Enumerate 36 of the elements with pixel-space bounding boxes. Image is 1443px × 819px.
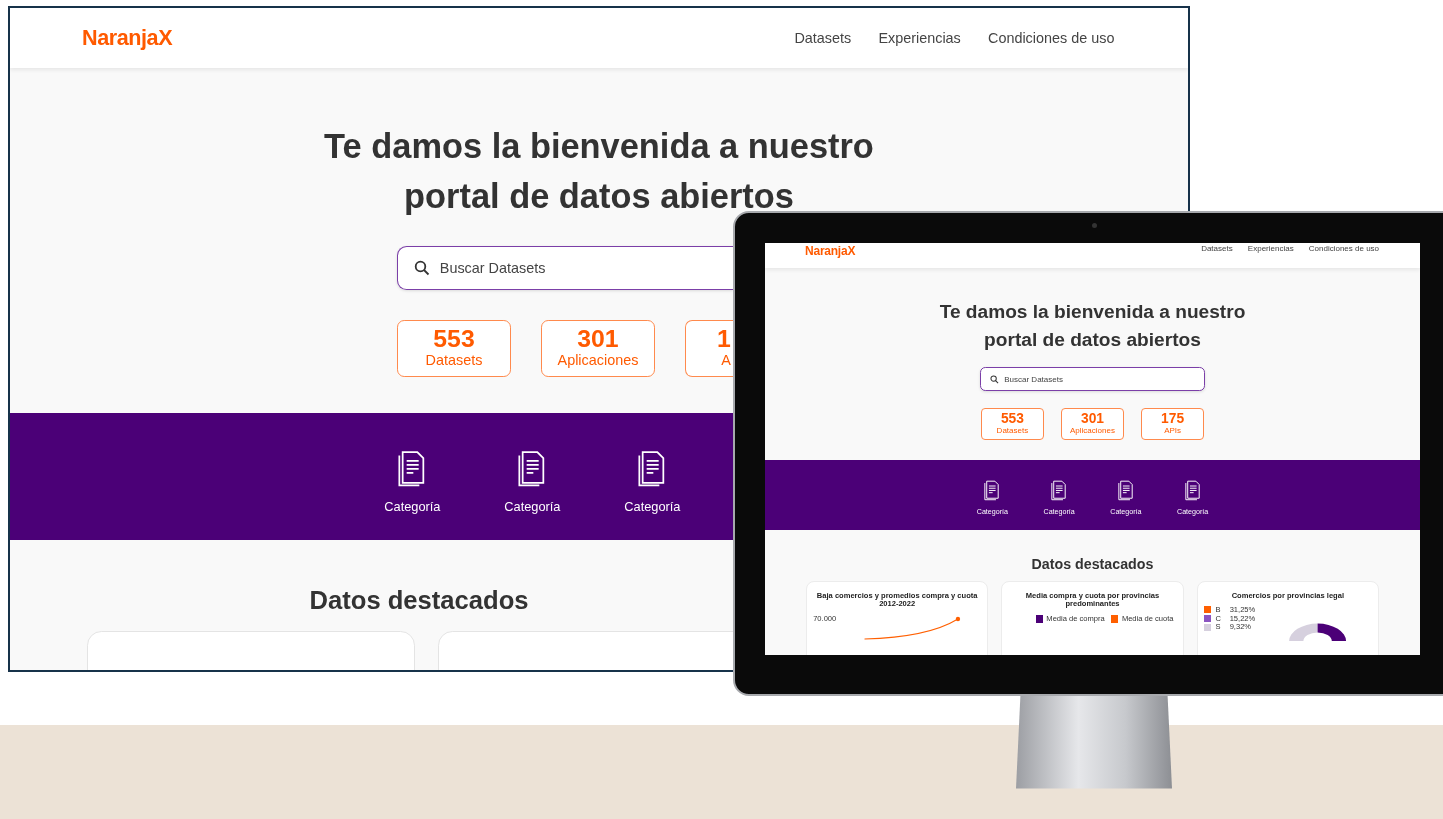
nav-link[interactable]: Condiciones de uso bbox=[988, 30, 1115, 46]
search-icon bbox=[414, 260, 431, 277]
document-icon bbox=[1050, 480, 1068, 502]
nav-link[interactable]: Condiciones de uso bbox=[1308, 243, 1380, 253]
stat-label: Datasets bbox=[996, 425, 1029, 436]
camera-icon bbox=[1092, 223, 1097, 228]
nav-link[interactable]: Datasets bbox=[794, 30, 852, 46]
stat-value: 553 bbox=[433, 327, 475, 352]
category-link[interactable]: Categoría bbox=[504, 498, 561, 514]
stat-value: 301 bbox=[1081, 412, 1104, 426]
stat-value: 175 bbox=[1161, 412, 1185, 426]
stat-label: Aplicaciones bbox=[1070, 425, 1115, 436]
stat-value: 553 bbox=[1000, 412, 1024, 426]
category-link[interactable]: Categoría bbox=[624, 498, 681, 514]
nav-link[interactable]: Experiencias bbox=[878, 30, 961, 46]
stat-label: Datasets bbox=[425, 351, 483, 370]
stat-value: 301 bbox=[577, 327, 619, 352]
search-field[interactable]: Buscar Datasets bbox=[439, 260, 718, 277]
nav-link[interactable]: Datasets bbox=[1201, 243, 1233, 253]
stat-label: Aplicaciones bbox=[557, 351, 639, 370]
document-icon bbox=[1183, 480, 1202, 502]
stat-value: 1 bbox=[716, 327, 731, 352]
search-bar[interactable]: Buscar Datasets bbox=[397, 246, 734, 291]
section-heading: Datos destacados bbox=[309, 586, 529, 616]
welcome-heading: Te damos la bienvenida a nuestro portal de datos abiertos bbox=[938, 300, 1247, 352]
nav-link[interactable]: Experiencias bbox=[1247, 243, 1294, 253]
document-icon bbox=[983, 480, 1002, 502]
welcome-heading: Te damos la bienvenida a nuestro portal de datos abiertos bbox=[323, 126, 875, 218]
stat-label: APIs bbox=[1164, 425, 1182, 436]
search-icon bbox=[990, 374, 999, 384]
category-link[interactable]: Categoría bbox=[384, 498, 441, 514]
stat-label: A bbox=[721, 351, 731, 370]
section-heading: Datos destacados bbox=[1031, 556, 1154, 573]
document-icon bbox=[1116, 480, 1135, 502]
search-field[interactable]: Buscar Datasets bbox=[1004, 374, 1195, 384]
search-bar[interactable]: Buscar Datasets bbox=[980, 367, 1205, 392]
